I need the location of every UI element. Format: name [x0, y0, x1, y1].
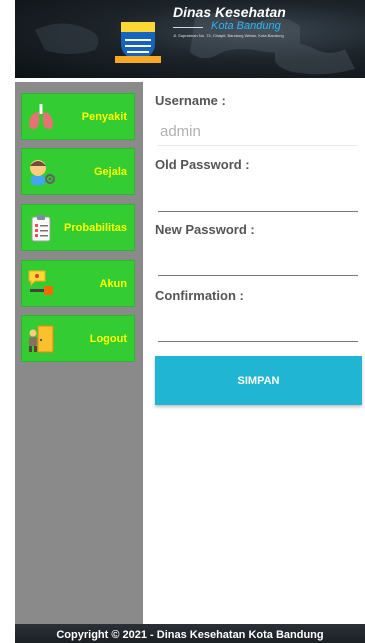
nav-probabilitas-button[interactable]: Probabilitas — [21, 204, 135, 251]
agency-title: Dinas Kesehatan — [173, 4, 286, 20]
username-field[interactable] — [158, 118, 358, 146]
nav-logout-label: Logout — [89, 333, 127, 345]
key-icon — [28, 270, 53, 295]
nav-akun-button[interactable]: Akun — [21, 260, 135, 307]
confirmation-field[interactable] — [158, 314, 358, 342]
sick-person-icon — [30, 160, 55, 185]
old-password-label: Old Password : — [155, 157, 250, 172]
title-divider — [173, 27, 203, 28]
nav-gejala-button[interactable]: Gejala — [21, 148, 135, 195]
confirmation-label: Confirmation : — [155, 288, 244, 303]
nav-penyakit-button[interactable]: Penyakit — [21, 93, 135, 140]
username-label: Username : — [155, 93, 226, 108]
app-header: Dinas Kesehatan Kota Bandung Jl. Supratm… — [15, 0, 365, 78]
nav-penyakit-label: Penyakit — [81, 111, 127, 123]
simpan-button[interactable]: SIMPAN — [155, 356, 362, 405]
app-footer: Copyright © 2021 - Dinas Kesehatan Kota … — [15, 624, 365, 643]
old-password-field[interactable] — [158, 184, 358, 212]
nav-probabilitas-label: Probabilitas — [64, 222, 127, 234]
exit-door-icon — [29, 325, 54, 353]
city-emblem-logo — [115, 22, 161, 63]
new-password-field[interactable] — [158, 248, 358, 276]
nav-akun-label: Akun — [99, 278, 128, 290]
copyright-text: Copyright © 2021 - Dinas Kesehatan Kota … — [56, 629, 324, 641]
sidebar: Penyakit Gejala Probabilitas Akun Logout — [15, 78, 143, 624]
agency-address: Jl. Supratman No. 73, Cihapit, Bandung W… — [173, 33, 284, 38]
clipboard-icon — [31, 215, 51, 242]
nav-gejala-label: Gejala — [93, 166, 127, 178]
agency-subtitle: Kota Bandung — [211, 20, 281, 32]
lungs-icon — [29, 104, 53, 129]
nav-logout-button[interactable]: Logout — [21, 315, 135, 362]
new-password-label: New Password : — [155, 222, 255, 237]
